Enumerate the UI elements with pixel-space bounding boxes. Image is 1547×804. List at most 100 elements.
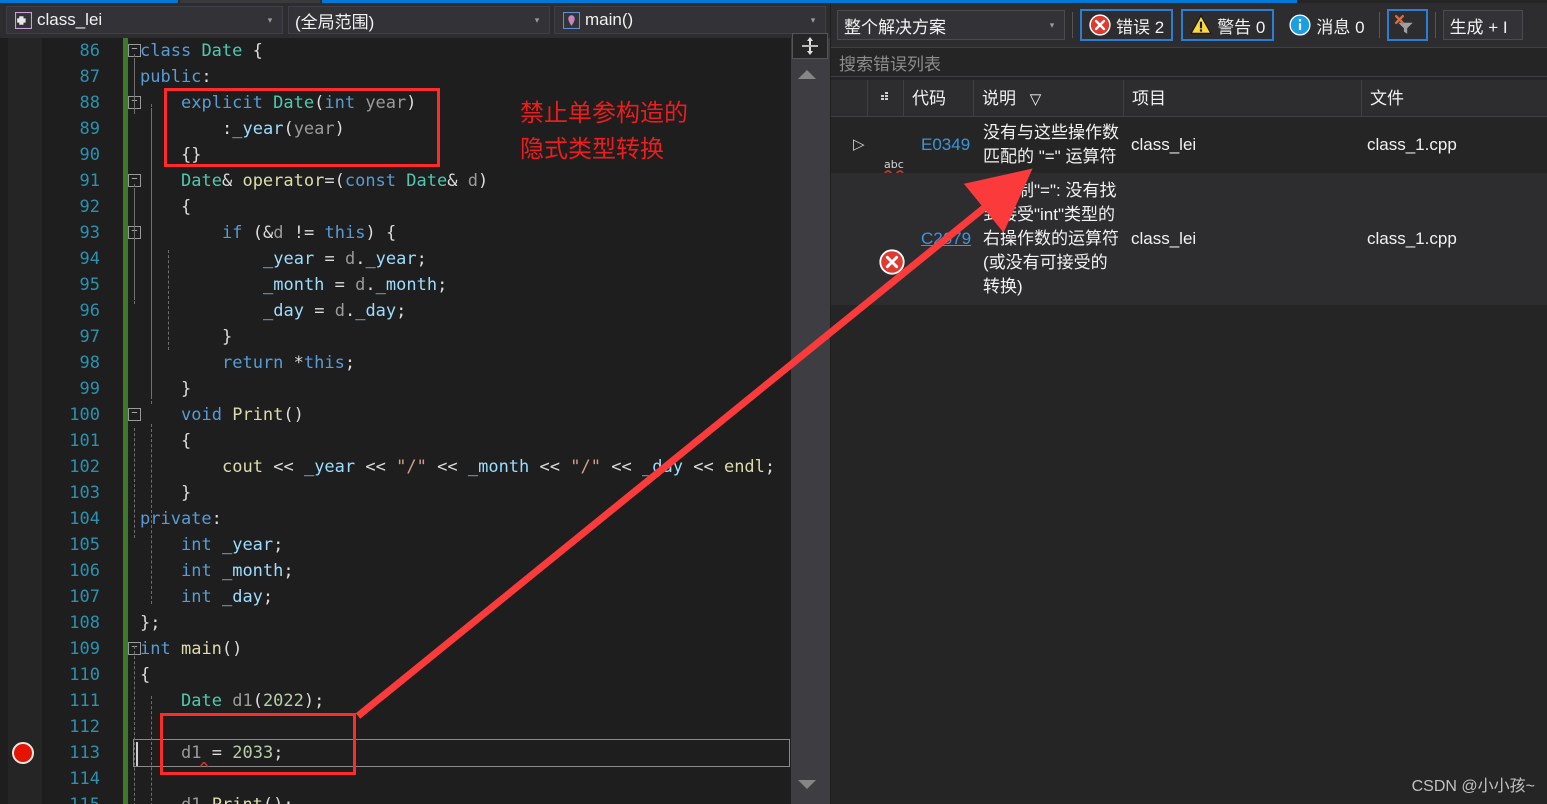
code-line[interactable]: 106 int _month; (0, 558, 790, 584)
error-search-input[interactable]: 搜索错误列表 (831, 47, 1547, 77)
code-line[interactable]: 102 cout << _year << "/" << _month << "/… (0, 454, 790, 480)
line-text: if (&d != this) { (222, 223, 397, 243)
code-line[interactable]: 86 class Date { (0, 38, 790, 64)
code-line[interactable]: 91 Date& operator=(const Date& d) (0, 168, 790, 194)
editor-scrollbar[interactable] (791, 38, 830, 804)
column-header-severity[interactable] (867, 80, 903, 117)
table-row[interactable]: ▷ abc E0349 没有与这些操作数 匹配的 "=" 运算符 class_l… (831, 117, 1547, 176)
line-number: 109 (69, 639, 100, 659)
errors-filter-button[interactable]: 错误 2 (1080, 9, 1174, 41)
scroll-down-icon[interactable] (798, 780, 816, 789)
chevron-down-icon[interactable]: ▾ (264, 15, 276, 26)
error-description: 二进制"=": 没有找 到接受"int"类型的 右操作数的运算符 (或没有可接受… (983, 181, 1119, 296)
error-search-placeholder: 搜索错误列表 (839, 54, 941, 74)
code-line[interactable]: 96 _day = d._day; (0, 298, 790, 324)
column-header-description[interactable]: 说明 ▽ (973, 80, 1123, 117)
toolbar-separator (1072, 12, 1073, 38)
code-line[interactable]: 107 int _day; (0, 584, 790, 610)
line-text: void Print() (181, 405, 304, 425)
code-line[interactable]: 111 Date d1(2022); (0, 688, 790, 714)
line-number: 90 (79, 145, 100, 165)
annotation-note-line2: 隐式类型转换 (520, 136, 664, 163)
warnings-filter-button[interactable]: 警告 0 (1181, 9, 1275, 41)
indent-guide (151, 424, 152, 604)
error-description: 没有与这些操作数 匹配的 "=" 运算符 (983, 123, 1119, 166)
error-scope-value: 整个解决方案 (844, 17, 946, 37)
code-line[interactable]: 94 _year = d._year; (0, 246, 790, 272)
member-dropdown[interactable]: main() ▾ (554, 6, 826, 34)
error-scope-dropdown[interactable]: 整个解决方案 ▾ (837, 10, 1065, 40)
editor-split-handle[interactable] (792, 33, 828, 59)
line-number: 108 (69, 613, 100, 633)
code-line[interactable]: 99 } (0, 376, 790, 402)
code-line[interactable]: 113 d1 = 2033; (0, 740, 790, 766)
clear-filter-button[interactable] (1386, 9, 1428, 41)
column-header-description-label: 说明 (982, 89, 1016, 108)
class-scope-value: class_lei (37, 10, 103, 29)
line-number: 100 (69, 405, 100, 425)
code-line[interactable]: 108}; (0, 610, 790, 636)
error-icon (1089, 14, 1111, 36)
code-line[interactable]: 112 (0, 714, 790, 740)
code-line[interactable]: 87 public: (0, 64, 790, 90)
code-line[interactable]: 109 int main() (0, 636, 790, 662)
code-line[interactable]: 115 d1.Print(); (0, 792, 790, 804)
code-line[interactable]: 114 (0, 766, 790, 792)
error-code[interactable]: E0349 (921, 133, 970, 157)
severity-sort-icon (881, 92, 888, 101)
line-number: 107 (69, 587, 100, 607)
error-list-toolbar: 整个解决方案 ▾ 错误 2 警告 0 消息 0 生成 + I (831, 3, 1547, 47)
line-number: 88 (79, 93, 100, 113)
outlining-collapse-icon[interactable] (128, 408, 141, 421)
line-text: cout << _year << "/" << _month << "/" <<… (222, 457, 776, 477)
line-text: _day = d._day; (263, 301, 407, 321)
code-line[interactable]: 101 { (0, 428, 790, 454)
outlining-guide (151, 108, 152, 398)
build-filter-dropdown[interactable]: 生成 + I (1442, 10, 1523, 40)
column-header-expander[interactable] (831, 80, 867, 117)
tab-accent-secondary (180, 0, 320, 3)
error-code[interactable]: C2679 (921, 227, 971, 251)
column-header-file[interactable]: 文件 (1361, 80, 1547, 117)
chevron-down-icon[interactable]: ▾ (531, 15, 543, 26)
code-line[interactable]: 100 void Print() (0, 402, 790, 428)
table-row[interactable]: C2679 二进制"=": 没有找 到接受"int"类型的 右操作数的运算符 (… (831, 173, 1547, 305)
line-number: 97 (79, 327, 100, 347)
line-number: 99 (79, 379, 100, 399)
code-line[interactable]: 98 return *this; (0, 350, 790, 376)
scroll-up-icon[interactable] (798, 70, 816, 79)
svg-text:abc: abc (884, 158, 904, 171)
error-list-table: 代码 说明 ▽ 项目 文件 ▷ abc E0349 没有与这些操作数 匹配的 "… (831, 80, 1547, 804)
column-header-project[interactable]: 项目 (1123, 80, 1361, 117)
global-scope-value: (全局范围) (295, 12, 375, 32)
line-number: 93 (79, 223, 100, 243)
column-header-code[interactable]: 代码 (903, 80, 973, 117)
code-line[interactable]: 97 } (0, 324, 790, 350)
line-text: class Date { (140, 41, 263, 61)
row-expander[interactable]: ▷ (853, 133, 865, 157)
indent-guide (151, 696, 152, 804)
line-number: 115 (42, 792, 100, 804)
code-line[interactable]: 110 { (0, 662, 790, 688)
messages-filter-button[interactable]: 消息 0 (1282, 9, 1371, 41)
build-filter-value: 生成 + I (1449, 17, 1508, 37)
indent-guide (134, 428, 135, 538)
line-number: 103 (69, 483, 100, 503)
line-number: 98 (79, 353, 100, 373)
code-line[interactable]: 93 if (&d != this) { (0, 220, 790, 246)
code-line[interactable]: 104 private: (0, 506, 790, 532)
line-number: 112 (69, 717, 100, 737)
code-line[interactable]: 105 int _year; (0, 532, 790, 558)
code-line[interactable]: 95 _month = d._month; (0, 272, 790, 298)
code-line[interactable]: 103 } (0, 480, 790, 506)
code-line[interactable]: 92 { (0, 194, 790, 220)
line-number: 92 (79, 197, 100, 217)
chevron-down-icon[interactable]: ▾ (807, 15, 819, 26)
global-scope-dropdown[interactable]: (全局范围) ▾ (288, 6, 550, 34)
split-arrows-icon (802, 37, 818, 55)
class-scope-dropdown[interactable]: class_lei ▾ (6, 6, 283, 34)
error-file: class_1.cpp (1367, 229, 1457, 248)
annotation-box-explicit-ctor (164, 88, 440, 167)
chevron-down-icon[interactable]: ▾ (1046, 20, 1058, 31)
line-text: d1.Print(); (140, 792, 294, 804)
